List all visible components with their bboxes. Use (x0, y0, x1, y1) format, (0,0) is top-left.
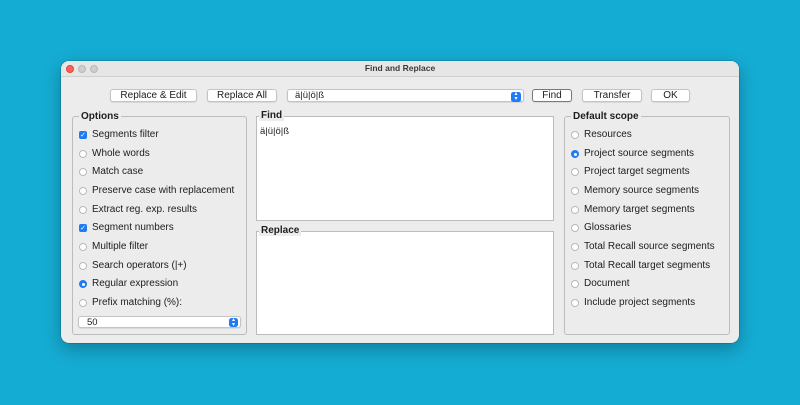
checkbox-checked-icon[interactable]: ✓ (79, 224, 87, 232)
find-replace-window: Find and Replace Replace & Edit Replace … (61, 61, 739, 343)
radio-icon[interactable] (79, 187, 87, 195)
title-bar: Find and Replace (61, 61, 739, 77)
options-panel: Options ✓ Segments filter Whole words Ma… (72, 111, 247, 335)
find-text-area[interactable]: Find ä|ü|ö|ß (256, 110, 554, 221)
find-button[interactable]: Find (532, 89, 572, 102)
prefix-percent-select[interactable]: 50 ▴ ▾ (78, 316, 241, 328)
radio-icon[interactable] (571, 262, 579, 270)
options-title: Options (79, 111, 121, 122)
search-combo-value: ä|ü|ö|ß (295, 90, 325, 101)
replace-title: Replace (259, 225, 302, 236)
radio-icon[interactable] (571, 224, 579, 232)
chevron-updown-icon: ▴ ▾ (229, 317, 238, 328)
radio-icon[interactable] (571, 131, 579, 139)
radio-icon[interactable] (79, 168, 87, 176)
radio-icon[interactable] (79, 150, 87, 158)
find-title: Find (259, 110, 285, 121)
radio-icon[interactable] (79, 262, 87, 270)
radio-icon[interactable] (571, 243, 579, 251)
radio-icon[interactable] (79, 243, 87, 251)
default-scope-panel: Default scope Resources Project source s… (564, 111, 730, 335)
find-text: ä|ü|ö|ß (260, 126, 290, 137)
radio-icon[interactable] (79, 299, 87, 307)
replace-text-area[interactable]: Replace (256, 225, 554, 335)
radio-icon[interactable] (571, 206, 579, 214)
replace-all-button[interactable]: Replace All (207, 89, 277, 102)
radio-selected-icon[interactable] (571, 150, 579, 158)
radio-icon[interactable] (79, 206, 87, 214)
ok-button[interactable]: OK (651, 89, 690, 102)
checkbox-checked-icon[interactable]: ✓ (79, 131, 87, 139)
transfer-button[interactable]: Transfer (582, 89, 642, 102)
radio-icon[interactable] (571, 280, 579, 288)
prefix-percent-value: 50 (87, 317, 98, 328)
scope-title: Default scope (571, 111, 641, 122)
chevron-updown-icon: ▴ ▾ (511, 91, 521, 102)
window-title: Find and Replace (364, 63, 436, 73)
search-combo[interactable]: ä|ü|ö|ß ▴ ▾ (287, 89, 524, 102)
radio-icon[interactable] (571, 187, 579, 195)
replace-and-edit-button[interactable]: Replace & Edit (110, 89, 197, 102)
radio-icon[interactable] (571, 299, 579, 307)
radio-icon[interactable] (571, 168, 579, 176)
radio-selected-icon[interactable] (79, 280, 87, 288)
